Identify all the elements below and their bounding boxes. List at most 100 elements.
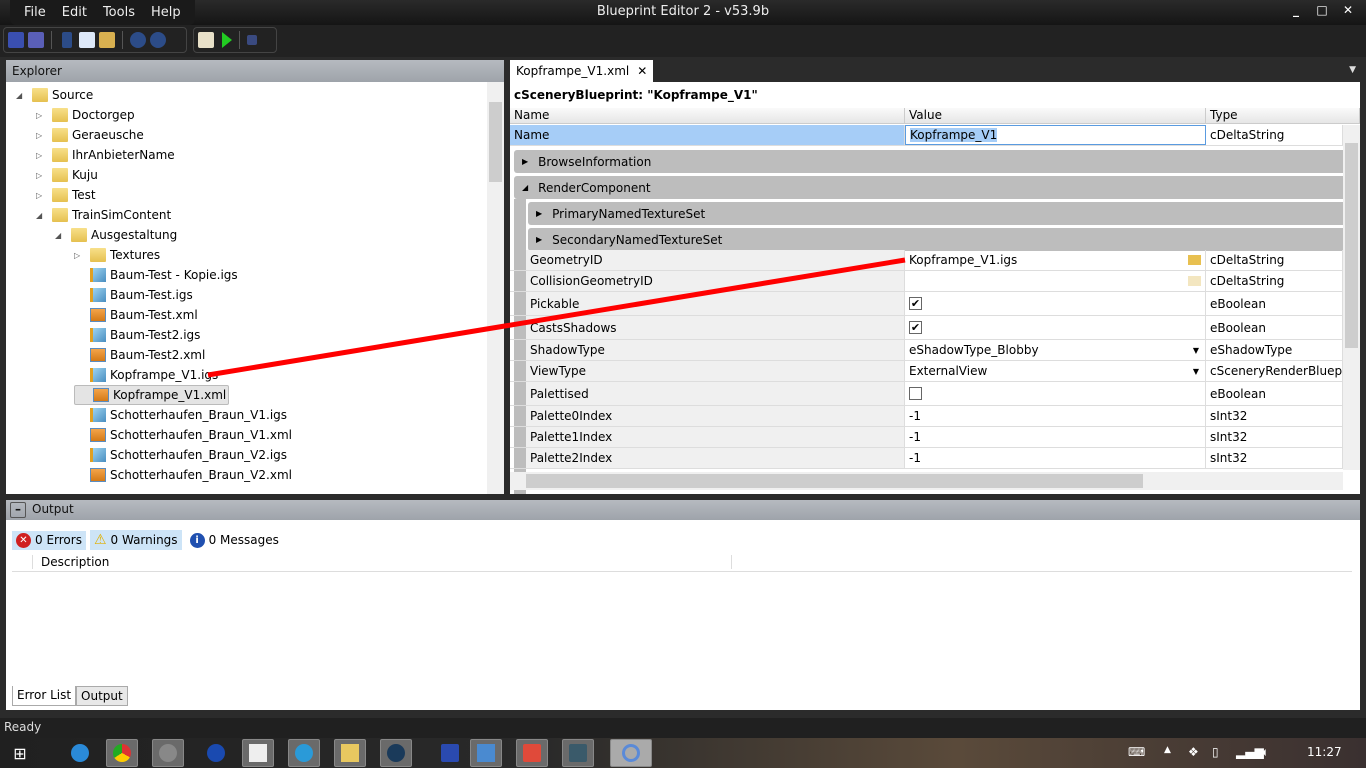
column-type[interactable]: Type [1206, 108, 1360, 124]
warnings-filter-button[interactable]: ⚠ 0 Warnings [89, 530, 182, 550]
expand-arrow-icon[interactable]: ▷ [36, 111, 46, 120]
property-row[interactable]: Palettised eBoolean [510, 382, 1343, 406]
grid-vertical-scrollbar[interactable] [1343, 125, 1360, 470]
taskbar-app-3[interactable] [288, 739, 320, 767]
undo-icon[interactable] [130, 32, 146, 48]
expand-arrow-icon[interactable]: ▷ [74, 251, 84, 260]
expand-arrow-icon[interactable]: ▷ [36, 131, 46, 140]
export-icon[interactable] [198, 32, 214, 48]
property-row[interactable]: Pickable ✔ eBoolean [510, 292, 1343, 316]
keyboard-icon[interactable]: ⌨ [1128, 745, 1145, 759]
collapse-output-button[interactable]: – [10, 502, 26, 518]
tree-item[interactable]: Kopframpe_V1.xml [74, 385, 230, 405]
network-icon[interactable]: ▂▄▆ [1236, 745, 1264, 759]
castsshadows-checkbox[interactable]: ✔ [909, 321, 922, 334]
expand-arrow-icon[interactable]: ▷ [36, 171, 46, 180]
tree-item[interactable]: Baum-Test - Kopie.igs [74, 265, 238, 285]
taskbar-blueprint-editor[interactable] [610, 739, 652, 767]
palettised-checkbox[interactable] [909, 387, 922, 400]
messages-filter-button[interactable]: i0 Messages [186, 531, 283, 550]
property-value-cell[interactable]: eShadowType_Blobby ▼ [905, 340, 1206, 360]
taskbar-app-4[interactable] [470, 739, 502, 767]
start-button[interactable]: ⊞ [4, 739, 36, 767]
tray-expand-icon[interactable]: ▲ [1164, 745, 1171, 755]
tree-item[interactable]: ◢ Ausgestaltung [55, 225, 177, 245]
tree-item[interactable]: Schotterhaufen_Braun_V1.xml [74, 425, 292, 445]
property-value-cell[interactable]: -1 [905, 406, 1206, 426]
pickable-checkbox[interactable]: ✔ [909, 297, 922, 310]
tree-item[interactable]: ▷ Geraeusche [36, 125, 144, 145]
expand-arrow-icon[interactable]: ▷ [36, 191, 46, 200]
tree-item[interactable]: Baum-Test.igs [74, 285, 193, 305]
tab-output[interactable]: Output [76, 686, 128, 706]
scrollbar-thumb[interactable] [526, 474, 1143, 488]
property-value-cell[interactable]: ExternalView ▼ [905, 361, 1206, 381]
property-row[interactable]: GeometryID Kopframpe_V1.igs cDeltaString [510, 250, 1343, 271]
tree-item[interactable]: Schotterhaufen_Braun_V1.igs [74, 405, 287, 425]
taskbar-chrome[interactable] [106, 739, 138, 767]
scrollbar-thumb[interactable] [489, 102, 502, 182]
property-row[interactable]: Palette1Index -1 sInt32 [510, 427, 1343, 448]
category-primarynamedtextureset[interactable]: ▶ PrimaryNamedTextureSet [528, 202, 1343, 225]
property-value-cell[interactable] [905, 271, 1206, 291]
cut-icon[interactable] [62, 32, 72, 48]
paste-icon[interactable] [99, 32, 115, 48]
taskbar-file-explorer[interactable] [334, 739, 366, 767]
copy-icon[interactable] [79, 32, 95, 48]
taskbar-steam[interactable] [380, 739, 412, 767]
tab-list-chevron-icon[interactable]: ▼ [1349, 65, 1356, 75]
taskbar-app-1[interactable] [152, 739, 184, 767]
tree-item[interactable]: Baum-Test2.igs [74, 325, 200, 345]
battery-icon[interactable]: ▯ [1212, 745, 1219, 759]
tree-item[interactable]: ▷ Test [36, 185, 96, 205]
browse-folder-icon[interactable] [1188, 255, 1201, 265]
property-row[interactable]: Palette2Index -1 sInt32 [510, 448, 1343, 469]
tab-kopframpe-xml[interactable]: Kopframpe_V1.xml ✕ [510, 60, 654, 82]
close-button[interactable]: ✕ [1338, 3, 1358, 21]
property-row[interactable]: CollisionGeometryID cDeltaString [510, 271, 1343, 292]
property-row[interactable]: ShadowType eShadowType_Blobby ▼ eShadowTy… [510, 340, 1343, 361]
property-value-cell[interactable]: -1 [905, 427, 1206, 447]
property-row[interactable]: CastsShadows ✔ eBoolean [510, 316, 1343, 340]
dropdown-chevron-icon[interactable]: ▼ [1193, 346, 1199, 355]
expand-arrow-icon[interactable]: ▷ [36, 151, 46, 160]
volume-icon[interactable]: 🔈︎ [1262, 745, 1269, 760]
save-icon[interactable] [8, 32, 24, 48]
collapse-arrow-icon[interactable]: ◢ [36, 211, 46, 220]
save-all-icon[interactable] [28, 32, 44, 48]
scrollbar-thumb[interactable] [1345, 143, 1358, 348]
tree-item[interactable]: Schotterhaufen_Braun_V2.xml [74, 465, 292, 485]
column-name[interactable]: Name [510, 108, 905, 124]
explorer-scrollbar[interactable] [487, 82, 504, 494]
collapse-arrow-icon[interactable]: ◢ [16, 91, 26, 100]
tree-item[interactable]: ▷ IhrAnbieterName [36, 145, 175, 165]
tree-item[interactable]: ▷ Doctorgep [36, 105, 135, 125]
stop-icon[interactable] [247, 35, 257, 45]
taskbar-google-earth[interactable] [200, 739, 232, 767]
property-value-cell[interactable]: ✔ [905, 292, 1206, 315]
redo-icon[interactable] [150, 32, 166, 48]
property-row[interactable]: Palette0Index -1 sInt32 [510, 406, 1343, 427]
tree-item[interactable]: Baum-Test.xml [74, 305, 198, 325]
tree-item[interactable]: ◢ Source [16, 85, 93, 105]
column-description[interactable]: Description [32, 555, 732, 569]
category-rendercomponent[interactable]: ◢ RenderComponent [514, 176, 1343, 199]
taskbar-app-5[interactable] [516, 739, 548, 767]
taskbar-ie[interactable] [64, 739, 96, 767]
tree-item[interactable]: Schotterhaufen_Braun_V2.igs [74, 445, 287, 465]
tab-error-list[interactable]: Error List [12, 686, 77, 706]
tree-item[interactable]: ▷ Kuju [36, 165, 98, 185]
errors-filter-button[interactable]: ✕ 0 Errors [12, 530, 86, 550]
column-value[interactable]: Value [905, 108, 1206, 124]
tree-item[interactable]: Kopframpe_V1.igs [74, 365, 218, 385]
name-value-input[interactable]: Kopframpe_V1 [905, 125, 1206, 145]
grid-horizontal-scrollbar[interactable] [510, 472, 1343, 490]
taskbar-search-app[interactable] [434, 739, 466, 767]
tree-item[interactable]: ◢ TrainSimContent [36, 205, 171, 225]
maximize-button[interactable]: □ [1312, 3, 1332, 21]
property-value-cell[interactable]: ✔ [905, 316, 1206, 339]
browse-folder-icon[interactable] [1188, 276, 1201, 286]
tree-item[interactable]: Baum-Test2.xml [74, 345, 205, 365]
category-secondarynamedtextureset[interactable]: ▶ SecondaryNamedTextureSet [528, 228, 1343, 251]
property-row-name[interactable]: Name Kopframpe_V1 cDeltaString [510, 125, 1343, 146]
